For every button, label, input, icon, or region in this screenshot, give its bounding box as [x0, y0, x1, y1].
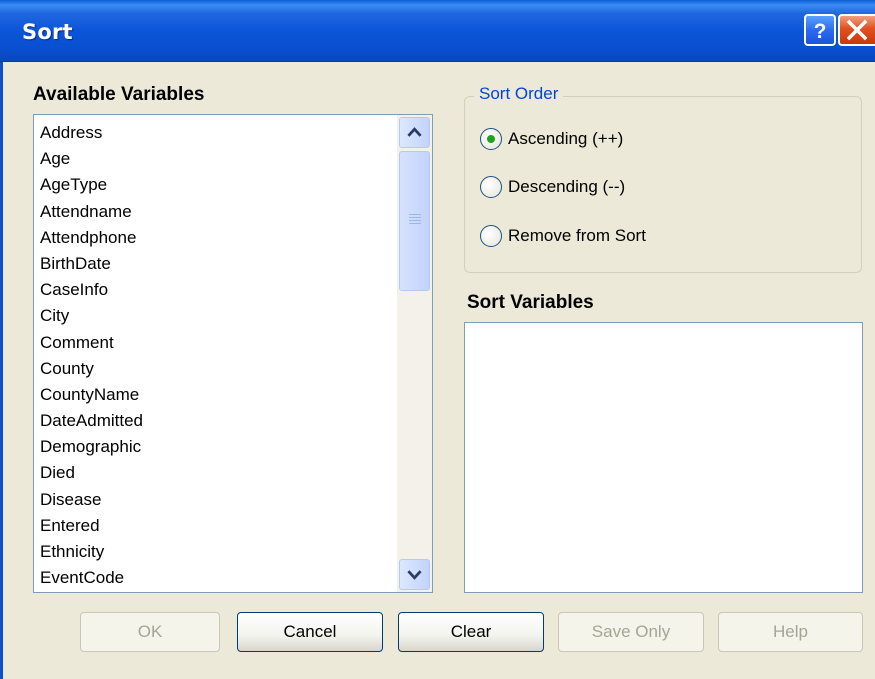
list-item[interactable]: Age [40, 146, 395, 172]
ok-button[interactable]: OK [80, 612, 220, 652]
help-title-button[interactable]: ? [804, 14, 836, 46]
question-icon: ? [814, 20, 827, 43]
radio-ascending[interactable]: Ascending (++) [480, 126, 623, 152]
list-item[interactable]: CountyName [40, 382, 395, 408]
radio-remove[interactable]: Remove from Sort [480, 223, 646, 249]
thumb-grip [409, 220, 421, 221]
list-item[interactable]: CaseInfo [40, 277, 395, 303]
list-item[interactable]: Died [40, 460, 395, 486]
list-item[interactable]: Address [40, 120, 395, 146]
list-item[interactable]: County [40, 356, 395, 382]
thumb-grip [409, 223, 421, 224]
list-item[interactable]: Ethnicity [40, 539, 395, 565]
radio-circle [480, 176, 502, 198]
sort-variables-list[interactable] [464, 322, 863, 593]
radio-circle [480, 225, 502, 247]
save-only-button[interactable]: Save Only [558, 612, 704, 652]
close-button[interactable] [838, 14, 875, 46]
available-variables-label: Available Variables [33, 84, 205, 105]
chevron-up-icon [407, 127, 422, 137]
sort-variables-label: Sort Variables [467, 292, 594, 313]
list-item[interactable]: BirthDate [40, 251, 395, 277]
list-item[interactable]: DateAdmitted [40, 408, 395, 434]
scroll-thumb[interactable] [399, 151, 430, 291]
chevron-down-icon [407, 570, 422, 580]
dialog-title: Sort [22, 20, 73, 44]
radio-dot [487, 135, 495, 143]
list-item[interactable]: Demographic [40, 434, 395, 460]
help-button[interactable]: Help [718, 612, 863, 652]
radio-label-ascending: Ascending (++) [508, 129, 624, 148]
radio-descending[interactable]: Descending (--) [480, 174, 625, 200]
radio-label-remove: Remove from Sort [508, 226, 646, 245]
thumb-grip [409, 217, 421, 218]
thumb-grip [409, 214, 421, 215]
list-item[interactable]: Disease [40, 487, 395, 513]
available-variables-list[interactable]: Address Age AgeType Attendname Attendphone Bi… [33, 114, 433, 593]
sort-order-label: Sort Order [474, 84, 564, 104]
cancel-button[interactable]: Cancel [237, 612, 383, 652]
list-item[interactable]: EventCode [40, 565, 395, 591]
radio-label-descending: Descending (--) [508, 177, 626, 196]
window-border [0, 62, 3, 679]
list-item[interactable]: Entered [40, 513, 395, 539]
list-item[interactable]: Attendphone [40, 225, 395, 251]
list-item[interactable]: AgeType [40, 172, 395, 198]
sort-dialog: Sort ? Available Variables Address Age Age… [0, 0, 875, 679]
list-item[interactable]: Attendname [40, 199, 395, 225]
list-scrollbar[interactable] [397, 115, 432, 592]
list-item[interactable]: City [40, 303, 395, 329]
title-bar[interactable]: Sort ? [0, 0, 875, 62]
close-icon [846, 19, 868, 41]
list-items: Address Age AgeType Attendname Attendphone Bi… [40, 120, 395, 591]
clear-button[interactable]: Clear [398, 612, 544, 652]
scroll-up-button[interactable] [399, 117, 430, 148]
list-item[interactable]: Comment [40, 330, 395, 356]
radio-circle [480, 128, 502, 150]
scroll-down-button[interactable] [399, 559, 430, 590]
svg-text:?: ? [814, 20, 827, 43]
